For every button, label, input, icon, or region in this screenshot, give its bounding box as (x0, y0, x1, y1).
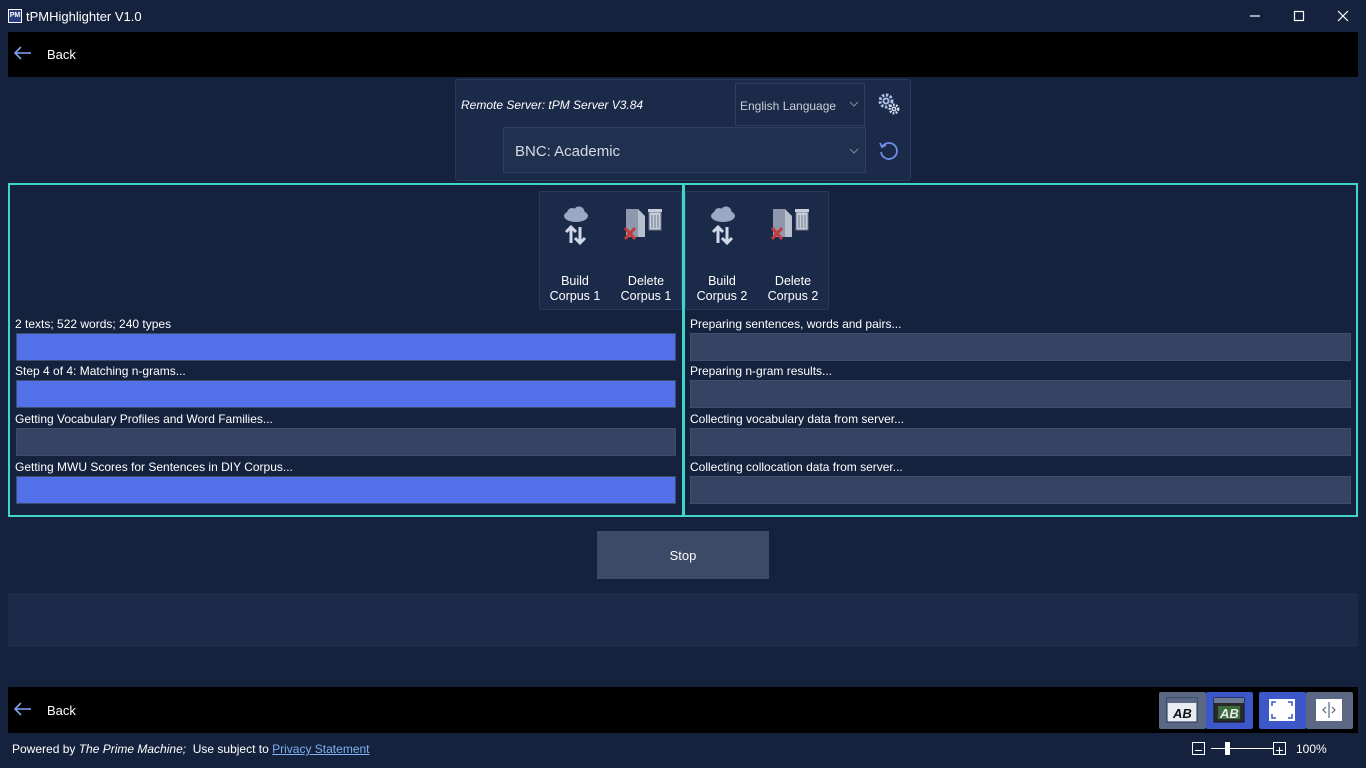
close-button[interactable] (1321, 0, 1365, 32)
corpus1-toolbar: Build Corpus 1 Delete Corpus 1 (539, 191, 682, 310)
ab-highlight-button[interactable]: AB (1206, 692, 1253, 729)
top-nav-bar: Back (8, 32, 1358, 77)
zoom-in-button[interactable] (1273, 742, 1286, 755)
fullscreen-icon (1269, 699, 1295, 721)
delete-corpus1-button[interactable]: Delete Corpus 1 (611, 192, 681, 309)
server-panel: Remote Server: tPM Server V3.84 English … (455, 79, 911, 181)
cloud-upload-download-icon (564, 206, 588, 246)
corpus-select[interactable]: BNC: Academic (503, 127, 866, 173)
build-corpus1-label: Build Corpus 1 (549, 274, 601, 303)
corpus-value: BNC: Academic (515, 143, 621, 160)
corpus1-status-2: Step 4 of 4: Matching n-grams... (15, 364, 186, 378)
svg-text:AB: AB (1219, 706, 1239, 721)
corpus1-progress-4 (16, 476, 676, 504)
svg-text:AB: AB (1172, 706, 1192, 721)
plus-icon (1276, 747, 1283, 754)
refresh-icon[interactable] (877, 139, 901, 163)
settings-gear-icon[interactable] (877, 92, 901, 116)
fullscreen-button[interactable] (1259, 692, 1306, 729)
corpus2-toolbar: Build Corpus 2 Delete Corpus 2 (685, 191, 829, 310)
zoom-out-button[interactable] (1192, 742, 1205, 755)
corpus2-progress-1 (690, 333, 1351, 361)
corpus1-status-3: Getting Vocabulary Profiles and Word Fam… (15, 412, 273, 426)
ab-highlight-icon: AB (1213, 697, 1245, 723)
maximize-icon (1293, 10, 1305, 22)
language-value: English Language (740, 99, 837, 113)
app-icon: PM (8, 9, 22, 23)
status-bar: Powered by The Prime Machine; Use subjec… (0, 733, 1366, 768)
corpus1-status-1: 2 texts; 522 words; 240 types (15, 317, 172, 331)
corpus2-status-3: Collecting vocabulary data from server..… (690, 412, 905, 426)
minus-icon (1195, 750, 1202, 751)
corpus2-status-1: Preparing sentences, words and pairs... (690, 317, 902, 331)
results-panel (8, 593, 1358, 647)
corpus1-progress-3 (16, 428, 676, 456)
corpus1-progress-1 (16, 333, 676, 361)
progress-fill (17, 334, 675, 360)
bottom-nav-bar: Back AB AB (8, 687, 1358, 733)
corpus2-status-4: Collecting collocation data from server.… (690, 460, 903, 474)
window-title: tPMHighlighter V1.0 (26, 9, 142, 24)
language-select[interactable]: English Language (735, 83, 865, 126)
footer-text: Powered by The Prime Machine; Use subjec… (12, 742, 370, 756)
zoom-slider-thumb[interactable] (1225, 742, 1230, 755)
zoom-level: 100% (1296, 742, 1327, 756)
corpus2-status-2: Preparing n-gram results... (690, 364, 833, 378)
delete-corpus1-label: Delete Corpus 1 (620, 274, 672, 303)
back-button[interactable]: Back (47, 47, 76, 62)
privacy-link[interactable]: Privacy Statement (272, 742, 369, 756)
delete-corpus-icon (770, 209, 809, 241)
powered-name: The Prime Machine; (78, 742, 187, 756)
stop-button[interactable]: Stop (597, 531, 769, 579)
server-label: Remote Server: tPM Server V3.84 (461, 98, 644, 112)
corpus2-progress-2 (690, 380, 1351, 408)
progress-fill (17, 381, 675, 407)
chevron-down-icon (849, 148, 859, 154)
title-bar: PM tPMHighlighter V1.0 (0, 0, 1366, 32)
maximize-button[interactable] (1277, 0, 1321, 32)
corpus2-progress-4 (690, 476, 1351, 504)
powered-prefix: Powered by (12, 742, 79, 756)
split-view-icon (1316, 699, 1342, 721)
close-icon (1337, 10, 1349, 22)
split-view-button[interactable] (1306, 692, 1353, 729)
minimize-icon (1250, 15, 1260, 17)
chevron-down-icon (849, 101, 859, 107)
back-arrow-icon[interactable] (14, 46, 32, 60)
build-corpus1-button[interactable]: Build Corpus 1 (540, 192, 610, 309)
corpus-frame: Build Corpus 1 Delete Corpus 1 Build Cor… (8, 183, 1358, 517)
cloud-upload-download-icon (711, 206, 735, 246)
use-subject-text: Use subject to (186, 742, 273, 756)
build-corpus2-label: Build Corpus 2 (696, 274, 748, 303)
ab-view-button[interactable]: AB (1159, 692, 1206, 729)
delete-corpus-icon (623, 209, 662, 241)
ab-view-icon: AB (1166, 697, 1198, 723)
progress-fill (17, 477, 675, 503)
minimize-button[interactable] (1233, 0, 1277, 32)
delete-corpus2-label: Delete Corpus 2 (767, 274, 819, 303)
zoom-slider-track[interactable] (1211, 748, 1273, 749)
delete-corpus2-button[interactable]: Delete Corpus 2 (758, 192, 828, 309)
back-arrow-icon[interactable] (14, 702, 32, 716)
corpus1-status-4: Getting MWU Scores for Sentences in DIY … (15, 460, 293, 474)
corpus1-progress-2 (16, 380, 676, 408)
corpus2-progress-3 (690, 428, 1351, 456)
build-corpus2-button[interactable]: Build Corpus 2 (687, 192, 757, 309)
bottom-back-button[interactable]: Back (47, 703, 76, 718)
